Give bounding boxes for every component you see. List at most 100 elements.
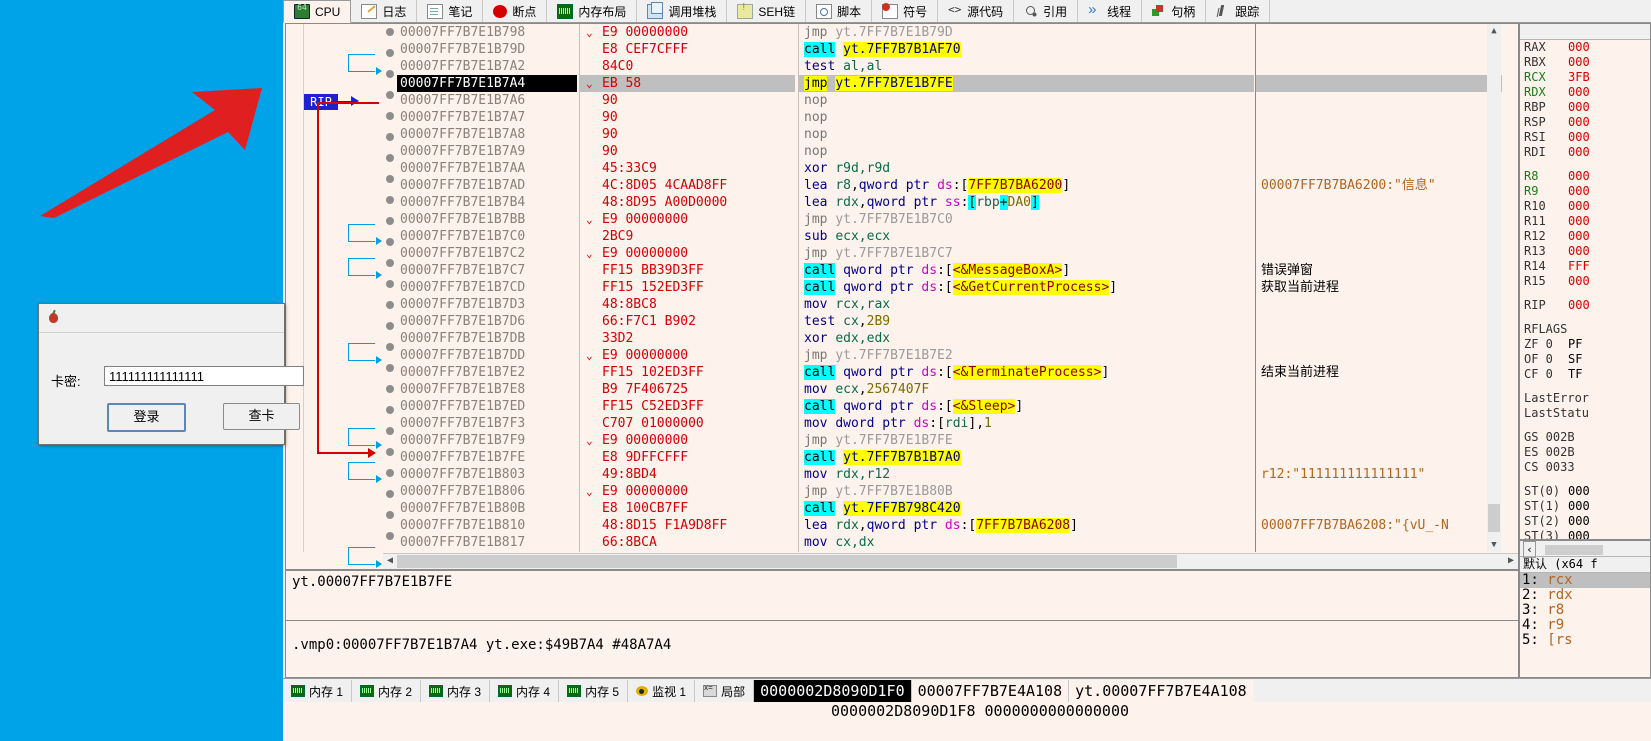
disasm-comment[interactable] xyxy=(1256,381,1502,398)
address-dot[interactable] xyxy=(383,217,397,234)
register-value[interactable]: 000 xyxy=(1568,169,1590,183)
disasm-instruction[interactable]: call qword ptr ds:[<&GetCurrentProcess>] xyxy=(799,279,1254,296)
bottom-tab-4[interactable]: 内存 5 xyxy=(559,680,628,702)
disasm-address[interactable]: 00007FF7B7E1B7D6 xyxy=(397,313,577,330)
tab-7[interactable]: 脚本 xyxy=(806,0,872,22)
disasm-address[interactable]: 00007FF7B7E1B7A8 xyxy=(397,126,577,143)
address-dot[interactable] xyxy=(383,175,397,192)
disasm-bytes[interactable]: ⌄E9 00000000 xyxy=(580,211,795,228)
register-row[interactable]: RDI000 xyxy=(1520,145,1650,160)
register-row[interactable]: ST(2)000 xyxy=(1520,514,1650,529)
register-value[interactable]: 000 xyxy=(1568,214,1590,228)
disasm-instruction[interactable]: lea rdx,qword ptr ds:[7FF7B7BA6208] xyxy=(799,517,1254,534)
register-row[interactable]: R11000 xyxy=(1520,214,1650,229)
disasm-instruction[interactable]: call yt.7FF7B7B1B7A0 xyxy=(799,449,1254,466)
disasm-comment[interactable]: 结束当前进程 xyxy=(1256,364,1502,381)
register-row[interactable]: R9000 xyxy=(1520,184,1650,199)
disasm-address[interactable]: 00007FF7B7E1B803 xyxy=(397,466,577,483)
disasm-address[interactable]: 00007FF7B7E1B7A7 xyxy=(397,109,577,126)
disasm-bytes[interactable]: E8 100CB7FF xyxy=(580,500,795,517)
disasm-bytes[interactable]: 90 xyxy=(580,143,795,160)
disasm-instruction[interactable]: mov cx,dx xyxy=(799,534,1254,551)
address-dot[interactable] xyxy=(383,280,397,297)
address-dot[interactable] xyxy=(383,406,397,423)
register-value[interactable]: 000 xyxy=(1568,244,1590,258)
register-row[interactable]: RDX000 xyxy=(1520,85,1650,100)
tab-12[interactable]: 句柄 xyxy=(1142,0,1206,22)
bottom-tab-3[interactable]: 内存 4 xyxy=(490,680,559,702)
register-row[interactable]: RSI000 xyxy=(1520,130,1650,145)
disasm-address[interactable]: 00007FF7B7E1B7FE xyxy=(397,449,577,466)
disasm-instruction[interactable]: nop xyxy=(799,126,1254,143)
register-row[interactable]: ST(0)000 xyxy=(1520,484,1650,499)
disasm-comment[interactable] xyxy=(1256,245,1502,262)
tab-3[interactable]: 断点 xyxy=(483,0,547,22)
register-value[interactable]: 000 xyxy=(1568,514,1590,528)
disasm-address[interactable]: 00007FF7B7E1B7A4 xyxy=(397,75,577,92)
disasm-address[interactable]: 00007FF7B7E1B7F9 xyxy=(397,432,577,449)
tab-1[interactable]: 日志 xyxy=(351,0,417,22)
register-value[interactable]: TF xyxy=(1568,367,1582,381)
register-value[interactable]: 000 xyxy=(1568,529,1590,540)
disasm-bytes[interactable]: 90 xyxy=(580,126,795,143)
disasm-comment[interactable] xyxy=(1256,398,1502,415)
fold-chevron-icon[interactable]: ⌄ xyxy=(586,347,593,364)
address-dot[interactable] xyxy=(383,427,397,444)
disasm-instruction[interactable]: call qword ptr ds:[<&Sleep>] xyxy=(799,398,1254,415)
check-card-button[interactable]: 查卡 xyxy=(223,403,300,430)
register-value[interactable]: 000 xyxy=(1568,100,1590,114)
register-pane[interactable]: RAX000RBX000RCX3FBRDX000RBP000RSP000RSI0… xyxy=(1519,23,1651,540)
disasm-comment[interactable] xyxy=(1256,126,1502,143)
scroll-left-icon[interactable]: ◀ xyxy=(383,554,397,569)
hscroll-thumb[interactable] xyxy=(397,555,1177,568)
scroll-up-icon[interactable]: ▲ xyxy=(1487,24,1501,38)
disasm-instruction[interactable]: mov ecx,2567407F xyxy=(799,381,1254,398)
disasm-address[interactable]: 00007FF7B7E1B7CD xyxy=(397,279,577,296)
register-value[interactable]: 000 xyxy=(1568,184,1590,198)
disasm-address[interactable]: 00007FF7B7E1B798 xyxy=(397,24,577,41)
tab-11[interactable]: 线程 xyxy=(1078,0,1142,22)
fold-chevron-icon[interactable]: ⌄ xyxy=(586,24,593,41)
disasm-comment[interactable]: 获取当前进程 xyxy=(1256,279,1502,296)
disasm-instruction[interactable]: call qword ptr ds:[<&TerminateProcess>] xyxy=(799,364,1254,381)
disasm-comment[interactable] xyxy=(1256,449,1502,466)
disasm-bytes[interactable]: ⌄E9 00000000 xyxy=(580,24,795,41)
instruction-column[interactable]: jmp yt.7FF7B7E1B79Dcall yt.7FF7B7B1AF70t… xyxy=(798,24,1254,552)
disasm-comment[interactable] xyxy=(1256,228,1502,245)
tab-0[interactable]: CPU xyxy=(283,0,351,23)
arguments-pane-header[interactable]: ‹ xyxy=(1520,541,1650,557)
register-value[interactable]: 000 xyxy=(1568,85,1590,99)
disasm-instruction[interactable]: xor r9d,r9d xyxy=(799,160,1254,177)
address-dot[interactable] xyxy=(383,49,397,66)
disasm-instruction[interactable]: lea rdx,qword ptr ss:[rbp+DA0] xyxy=(799,194,1254,211)
address-dot[interactable] xyxy=(383,532,397,549)
tab-4[interactable]: 内存布局 xyxy=(547,0,637,22)
opcode-bytes-column[interactable]: ⌄E9 00000000E8 CEF7CFFF84C0⌄EB 589090909… xyxy=(579,24,795,552)
disasm-address[interactable]: 00007FF7B7E1B7A9 xyxy=(397,143,577,160)
disasm-bytes[interactable]: 48:8D15 F1A9D8FF xyxy=(580,517,795,534)
register-row[interactable]: RBP000 xyxy=(1520,100,1650,115)
register-value[interactable]: 000 xyxy=(1568,298,1590,312)
disasm-comment[interactable] xyxy=(1256,75,1502,92)
arguments-pane[interactable]: ‹ 默认 (x64 f 1: rcx2: rdx3: r84: r95: [rs xyxy=(1519,540,1651,678)
register-row[interactable]: RCX3FB xyxy=(1520,70,1650,85)
register-row[interactable]: RSP000 xyxy=(1520,115,1650,130)
register-row[interactable]: R15000 xyxy=(1520,274,1650,289)
address-dot[interactable] xyxy=(383,112,397,129)
tab-13[interactable]: 跟踪 xyxy=(1206,0,1270,22)
disasm-instruction[interactable]: xor edx,edx xyxy=(799,330,1254,347)
disasm-comment[interactable]: 00007FF7B7BA6208:"{vU_-N xyxy=(1256,517,1502,534)
address-dot[interactable] xyxy=(383,259,397,276)
address-column[interactable]: 00007FF7B7E1B79800007FF7B7E1B79D00007FF7… xyxy=(397,24,577,552)
disasm-bytes[interactable]: 33D2 xyxy=(580,330,795,347)
address-dot[interactable] xyxy=(383,469,397,486)
address-dot[interactable] xyxy=(383,196,397,213)
register-row[interactable]: RFLAGS xyxy=(1520,322,1650,337)
register-value[interactable]: 3FB xyxy=(1568,70,1590,84)
register-value[interactable]: 000 xyxy=(1568,499,1590,513)
disasm-instruction[interactable]: nop xyxy=(799,92,1254,109)
disasm-address[interactable]: 00007FF7B7E1B7A6 xyxy=(397,92,577,109)
login-dialog[interactable]: 卡密: 111111111111111 登录 查卡 xyxy=(38,303,285,445)
register-value[interactable]: 000 xyxy=(1568,484,1590,498)
register-row[interactable]: RIP000 xyxy=(1520,298,1650,313)
